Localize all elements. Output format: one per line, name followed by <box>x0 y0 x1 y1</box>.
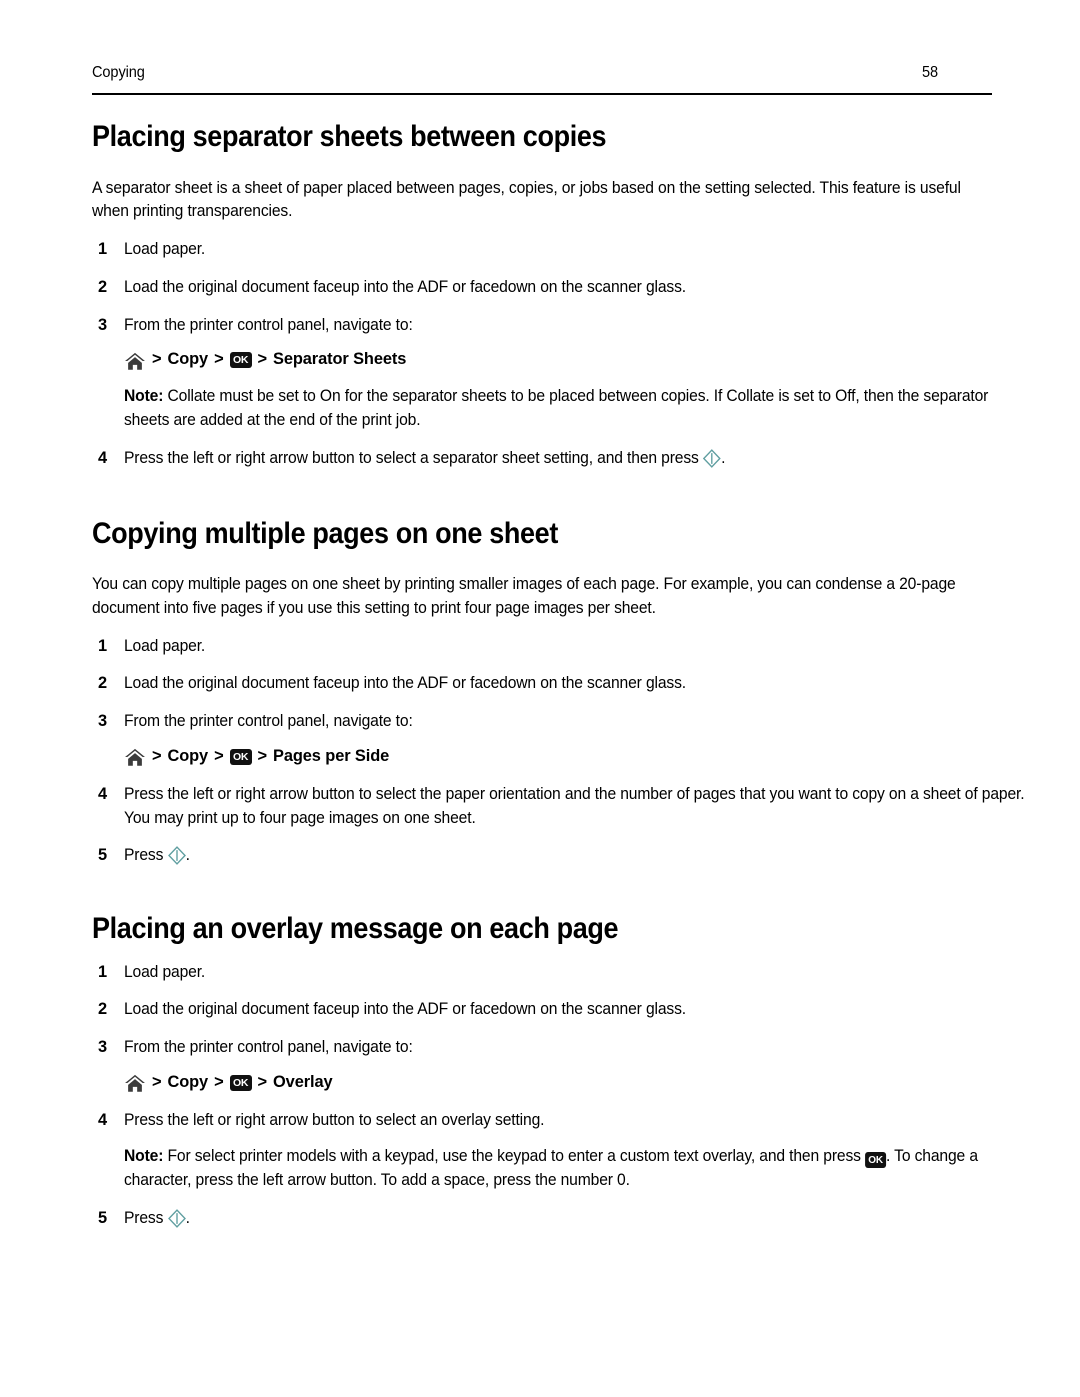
list-item: 2 Load the original document faceup into… <box>92 998 992 1022</box>
step-number: 1 <box>98 962 107 981</box>
step-text: Press the left or right arrow button to … <box>124 1110 545 1129</box>
step-text-after-icon: . <box>721 448 726 467</box>
section-1-steps: 1 Load paper. 2 Load the original docume… <box>92 238 992 470</box>
step-text-before-icon: Press <box>124 1209 168 1228</box>
start-icon[interactable] <box>167 1209 186 1228</box>
ok-button-icon[interactable]: OK <box>229 1074 252 1091</box>
step-number: 1 <box>98 636 107 655</box>
step-number: 4 <box>98 784 107 803</box>
step-number: 5 <box>98 1209 107 1228</box>
step-number: 2 <box>98 277 107 296</box>
home-icon[interactable] <box>124 1074 146 1093</box>
section-1-intro-paragraph: A separator sheet is a sheet of paper pl… <box>92 178 961 221</box>
step-text-after-icon: . <box>185 846 190 865</box>
nav-path-target-label[interactable]: Overlay <box>273 1071 333 1095</box>
list-item: 1 Load paper. <box>92 238 992 262</box>
step-text: From the printer control panel, navigate… <box>124 1038 413 1057</box>
list-item: 5 Press . <box>92 844 992 868</box>
ok-button-icon[interactable]: OK <box>229 352 252 369</box>
home-icon[interactable] <box>124 748 146 767</box>
step-text: From the printer control panel, navigate… <box>124 315 413 334</box>
step-text: Press the left or right arrow button to … <box>124 784 1025 827</box>
ok-button-icon[interactable]: OK <box>229 748 252 765</box>
step-text: Press . <box>124 844 1026 868</box>
step-number: 5 <box>98 846 107 865</box>
step-number: 3 <box>98 1038 107 1057</box>
ok-button-icon[interactable]: OK <box>865 1152 887 1169</box>
list-item: 3 From the printer control panel, naviga… <box>92 710 992 769</box>
navigation-path-separator-sheets: > Copy > OK > Separator Sheets <box>124 348 992 372</box>
home-icon[interactable] <box>124 352 146 371</box>
step-text-after-icon: . <box>185 1209 190 1228</box>
section-2-steps: 1 Load paper. 2 Load the original docume… <box>92 635 1025 868</box>
step-text: Load the original document faceup into t… <box>124 1000 686 1019</box>
page-content: Placing separator sheets between copies … <box>92 120 1025 1231</box>
step-text: From the printer control panel, navigate… <box>124 712 413 731</box>
step-number: 1 <box>98 240 107 259</box>
list-item: 3 From the printer control panel, naviga… <box>92 1036 992 1095</box>
note-label: Note: <box>124 1147 164 1166</box>
step-text: Load the original document faceup into t… <box>124 277 686 296</box>
nav-path-target-label[interactable]: Separator Sheets <box>273 348 406 372</box>
list-item: 4 Press the left or right arrow button t… <box>92 1109 992 1193</box>
note-text: Collate must be set to On for the separa… <box>124 387 989 429</box>
header-divider-rule <box>92 93 992 95</box>
navigation-path-overlay: > Copy > OK > Overlay <box>124 1071 992 1095</box>
step-text: Press . <box>124 1207 1026 1231</box>
list-item: 1 Load paper. <box>92 635 992 659</box>
nav-path-copy-label[interactable]: Copy <box>167 745 208 769</box>
path-separator: > <box>152 350 162 369</box>
step-number: 2 <box>98 1000 107 1019</box>
step-text: Load paper. <box>124 636 206 655</box>
header-chapter-title: Copying <box>92 64 145 81</box>
header-page-number: 58 <box>921 64 938 81</box>
step-number: 3 <box>98 712 107 731</box>
path-separator: > <box>214 1072 224 1091</box>
list-item: 2 Load the original document faceup into… <box>92 672 992 696</box>
start-icon[interactable] <box>703 448 721 468</box>
path-separator: > <box>214 746 224 765</box>
path-separator: > <box>152 746 162 765</box>
step-number: 2 <box>98 674 107 693</box>
path-separator: > <box>257 350 268 369</box>
note-text-before-icon: For select printer models with a keypad,… <box>163 1147 866 1166</box>
list-item: 3 From the printer control panel, naviga… <box>92 314 992 433</box>
list-item: 5 Press . <box>92 1207 992 1231</box>
section-heading-overlay: Placing an overlay message on each page <box>92 912 619 946</box>
step-number: 4 <box>98 1110 107 1129</box>
path-separator: > <box>257 746 268 765</box>
list-item: 4 Press the left or right arrow button t… <box>92 447 992 471</box>
step-text: Load the original document faceup into t… <box>124 674 686 693</box>
section-heading-separator-sheets: Placing separator sheets between copies <box>92 120 607 153</box>
nav-path-copy-label[interactable]: Copy <box>167 1071 208 1095</box>
navigation-path-pages-per-side: > Copy > OK > Pages per Side <box>124 745 992 769</box>
path-separator: > <box>214 350 224 369</box>
step-text-before-icon: Press the left or right arrow button to … <box>124 448 703 467</box>
start-icon[interactable] <box>167 846 186 866</box>
document-page: Copying 58 Placing separator sheets betw… <box>0 0 1080 1397</box>
nav-path-copy-label[interactable]: Copy <box>167 348 208 372</box>
section-heading-pages-per-side: Copying multiple pages on one sheet <box>92 516 558 550</box>
step-number: 3 <box>98 315 107 334</box>
step-number: 4 <box>98 448 107 467</box>
list-item: 1 Load paper. <box>92 961 992 985</box>
step-text: Press the left or right arrow button to … <box>124 447 1026 471</box>
list-item: 4 Press the left or right arrow button t… <box>92 783 1025 831</box>
path-separator: > <box>152 1072 162 1091</box>
note-label: Note: <box>124 387 164 406</box>
nav-path-target-label[interactable]: Pages per Side <box>273 745 389 769</box>
list-item: 2 Load the original document faceup into… <box>92 276 992 300</box>
note-separator-sheets: Note: Collate must be set to On for the … <box>124 385 1012 433</box>
step-text: Load paper. <box>124 240 206 259</box>
step-text: Load paper. <box>124 962 206 981</box>
path-separator: > <box>257 1072 268 1091</box>
note-overlay: Note: For select printer models with a k… <box>124 1145 1012 1193</box>
section-3-steps: 1 Load paper. 2 Load the original docume… <box>92 961 992 1231</box>
section-2-intro-paragraph: You can copy multiple pages on one sheet… <box>92 575 956 617</box>
page-header: Copying 58 <box>92 64 938 82</box>
step-text-before-icon: Press <box>124 846 168 865</box>
